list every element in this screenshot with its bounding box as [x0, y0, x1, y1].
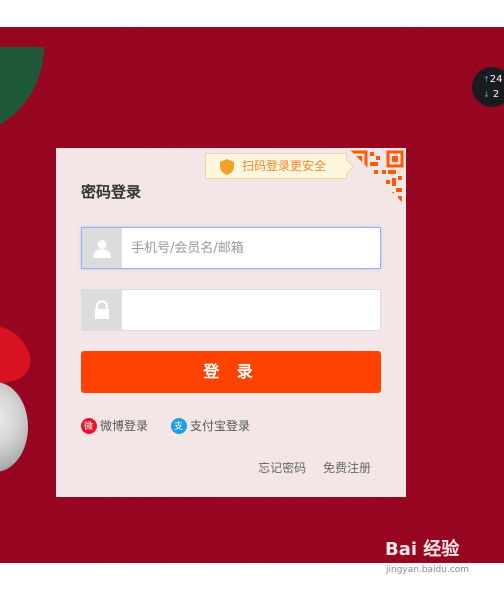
qr-login-tip[interactable]: 扫码登录更安全 [205, 153, 355, 179]
weibo-icon: 微 [81, 417, 97, 434]
stock-down-value: 2 [492, 89, 500, 100]
alipay-login-link[interactable]: 支 支付宝登录 [171, 417, 250, 434]
qr-tip-arrow [339, 159, 355, 175]
weibo-login-link[interactable]: 微 微博登录 [81, 417, 148, 434]
user-icon [93, 240, 111, 258]
floating-stock-widget[interactable]: ↑24 ↓ 2 [472, 67, 504, 107]
password-row [81, 289, 381, 331]
alipay-login-label: 支付宝登录 [190, 419, 251, 433]
register-link[interactable]: 免费注册 [323, 461, 371, 475]
qr-code-switch[interactable] [348, 148, 406, 206]
username-row [81, 227, 381, 269]
username-input[interactable] [122, 228, 380, 268]
lock-icon [95, 300, 109, 319]
baidu-watermark-logo: Bai 经验 [385, 539, 460, 560]
qr-tip-text: 扫码登录更安全 [242, 159, 327, 173]
decorative-red-ribbon [0, 316, 35, 388]
stock-up-value: 24 [489, 74, 503, 85]
login-panel: 扫码登录更安全 密码登录 手机号/会员名/邮箱 登 录 微 微博登录 支 支付宝… [56, 148, 406, 497]
login-title: 密码登录 [81, 183, 142, 201]
alipay-icon: 支 [171, 417, 187, 434]
top-white-strip [0, 0, 504, 27]
decorative-green-shape [0, 47, 44, 137]
baidu-watermark-url: jingyan.baidu.com [386, 565, 470, 575]
weibo-login-label: 微博登录 [100, 419, 149, 433]
arrow-up-icon: ↑ [483, 75, 490, 84]
decorative-silver-ornament [0, 382, 28, 472]
user-icon-box [82, 228, 122, 268]
lock-icon-box [82, 290, 122, 330]
login-submit-button[interactable]: 登 录 [81, 351, 381, 393]
password-input[interactable] [122, 290, 380, 330]
bottom-links: 忘记密码 免费注册 [245, 459, 371, 476]
forgot-password-link[interactable]: 忘记密码 [258, 461, 306, 475]
shield-icon [220, 159, 234, 175]
arrow-down-icon: ↓ [483, 90, 490, 99]
qr-code-icon [350, 150, 404, 202]
